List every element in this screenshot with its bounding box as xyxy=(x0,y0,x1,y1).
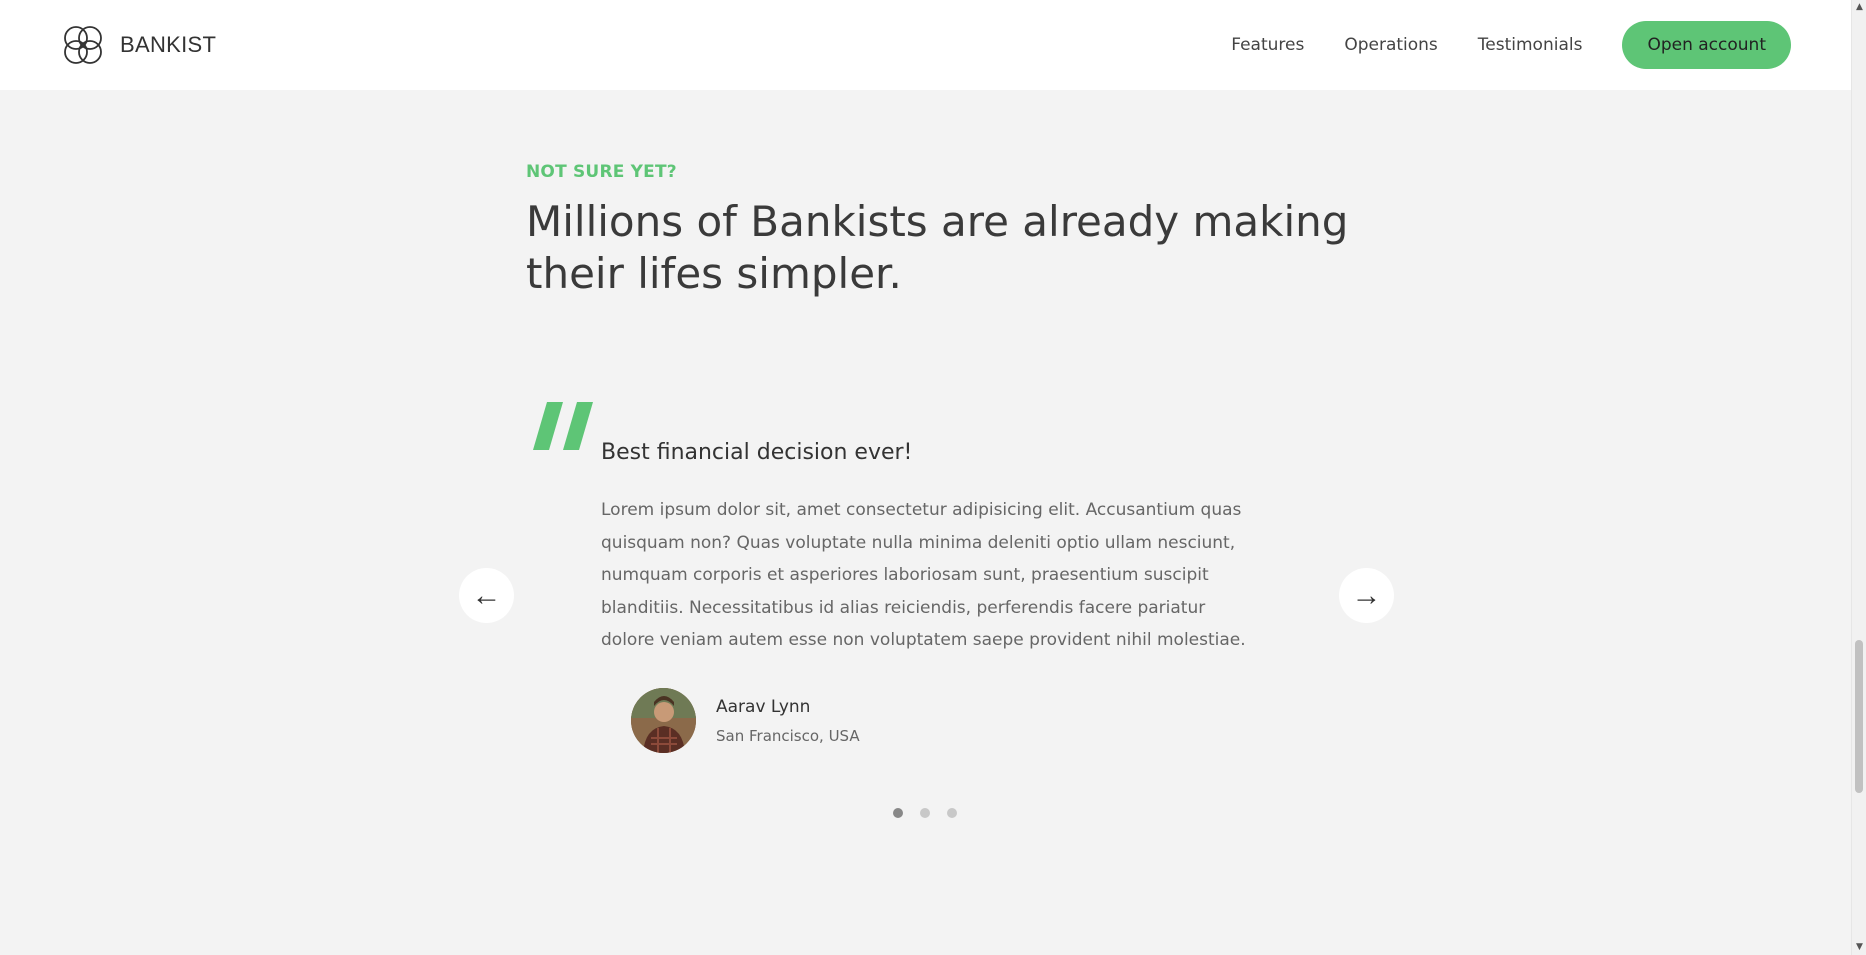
nav-links: Features Operations Testimonials Open ac… xyxy=(1231,21,1791,69)
author-location: San Francisco, USA xyxy=(716,726,860,745)
slider-dots xyxy=(893,808,957,818)
top-nav: BANKIST Features Operations Testimonials… xyxy=(0,0,1851,90)
testimonial-header: Best financial decision ever! xyxy=(601,440,913,465)
section-subtitle: NOT SURE YET? xyxy=(526,162,677,182)
avatar xyxy=(631,688,696,753)
nav-link-operations[interactable]: Operations xyxy=(1344,35,1437,55)
slider-prev-button[interactable]: ← xyxy=(459,568,514,623)
nav-link-features[interactable]: Features xyxy=(1231,35,1304,55)
open-account-button[interactable]: Open account xyxy=(1622,21,1791,69)
logo-icon xyxy=(60,22,106,68)
slider-next-button[interactable]: → xyxy=(1339,568,1394,623)
page-scrollbar[interactable]: ▲ ▼ xyxy=(1851,0,1866,955)
nav-link-testimonials[interactable]: Testimonials xyxy=(1478,35,1583,55)
slider-dot-3[interactable] xyxy=(947,808,957,818)
brand-name: BANKIST xyxy=(120,32,217,57)
section-title: Millions of Bankists are already making … xyxy=(526,197,1349,298)
scroll-up-icon[interactable]: ▲ xyxy=(1852,0,1866,15)
arrow-right-icon: → xyxy=(1351,578,1382,612)
author-name: Aarav Lynn xyxy=(716,696,811,717)
arrow-left-icon: ← xyxy=(471,578,502,612)
testimonial-author: Aarav Lynn San Francisco, USA xyxy=(631,688,860,753)
author-info: Aarav Lynn San Francisco, USA xyxy=(716,697,860,745)
slider-dot-2[interactable] xyxy=(920,808,930,818)
section-header: NOT SURE YET? Millions of Bankists are a… xyxy=(526,162,1426,300)
quote-icon xyxy=(533,402,603,452)
scroll-down-icon[interactable]: ▼ xyxy=(1852,940,1866,955)
slider-dot-1[interactable] xyxy=(893,808,903,818)
testimonial-text: Lorem ipsum dolor sit, amet consectetur … xyxy=(601,500,1246,650)
brand-logo[interactable]: BANKIST xyxy=(60,22,216,68)
scroll-thumb[interactable] xyxy=(1855,640,1863,793)
